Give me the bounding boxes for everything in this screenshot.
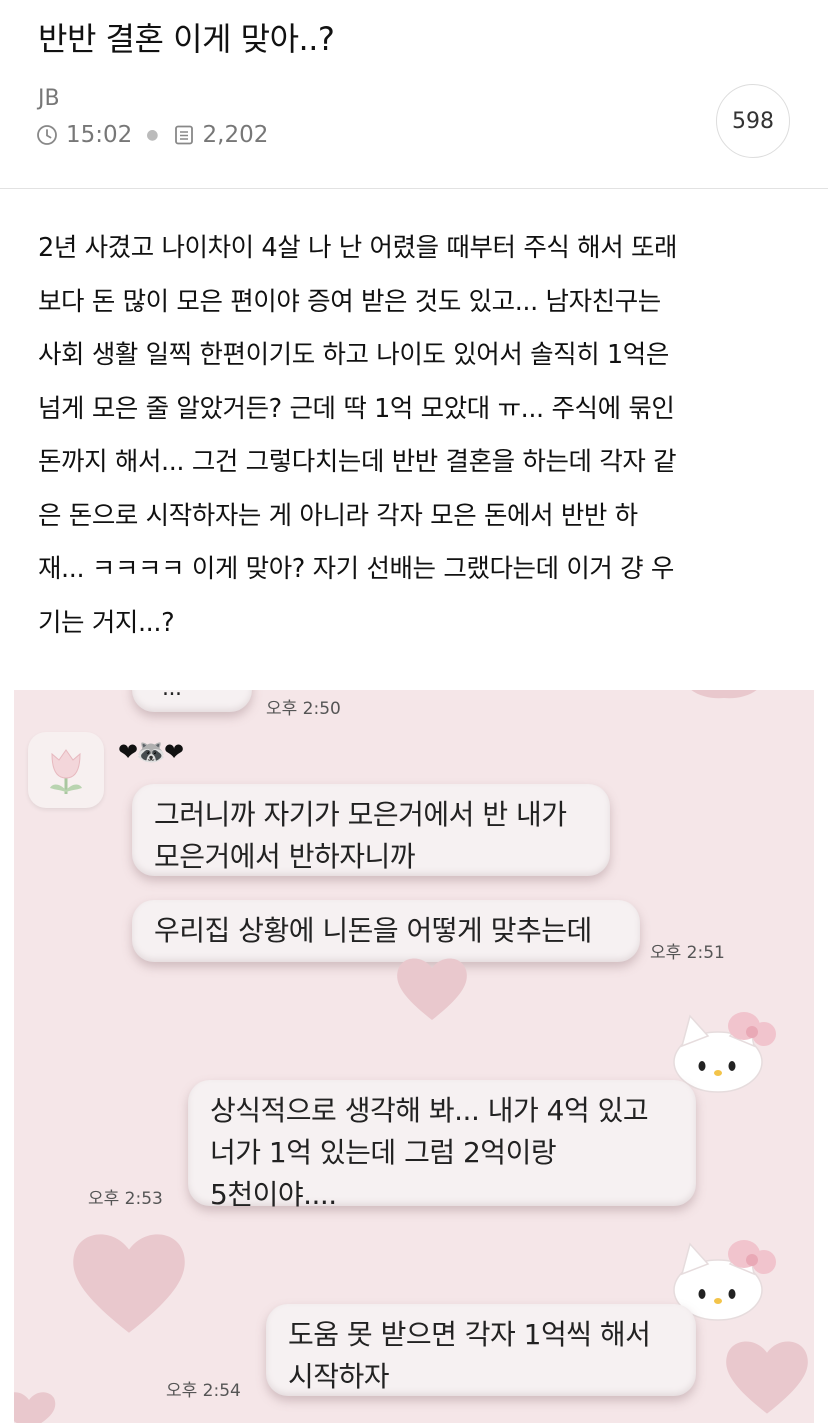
sent-message-bubble: 상식적으로 생각해 봐... 내가 4억 있고 너가 1억 있는데 그럼 2억이…	[188, 1080, 696, 1211]
message-line: 시작하자	[288, 1360, 390, 1393]
heart-sticker	[14, 1392, 56, 1423]
post-author[interactable]: JB	[38, 86, 60, 111]
partial-message-bubble: ...	[132, 690, 252, 712]
heart-sticker	[73, 1234, 185, 1333]
body-line: 보다 돈 많이 모은 편이야 증여 받은 것도 있고... 남자친구는	[38, 286, 661, 317]
received-message-bubble: 그러니까 자기가 모은거에서 반 내가 모은거에서 반하자니까	[132, 784, 610, 876]
body-line: 사회 생활 일찍 한편이기도 하고 나이도 있어서 솔직히 1억은	[38, 340, 669, 370]
post-time: 15:02	[66, 122, 133, 148]
body-line: 기는 거지...?	[38, 607, 175, 638]
clock-icon	[36, 124, 58, 146]
post-views: 2,202	[202, 122, 269, 148]
heart-sticker	[726, 1341, 808, 1414]
sender-avatar[interactable]	[28, 732, 104, 808]
heart-sticker	[397, 958, 467, 1020]
comment-count-button[interactable]: 598	[716, 84, 790, 158]
document-icon	[173, 124, 195, 146]
message-line: 그러니까 자기가 모은거에서 반 내가	[154, 798, 567, 831]
body-line: 돈까지 해서... 그건 그렇다치는데 반반 결혼을 하는데 각자 같	[38, 447, 677, 477]
message-line: 우리집 상황에 니돈을 어떻게 맞추는데	[154, 914, 592, 947]
tulip-icon	[50, 749, 82, 794]
received-message-bubble: 우리집 상황에 니돈을 어떻게 맞추는데	[132, 900, 640, 962]
message-time: 오후 2:53	[88, 1189, 163, 1209]
message-line: 5천이야....	[210, 1178, 337, 1211]
post-meta: 15:02 ● 2,202	[36, 122, 268, 148]
message-line: 상식적으로 생각해 봐... 내가 4억 있고	[210, 1094, 649, 1127]
hello-kitty-sticker	[673, 1012, 776, 1093]
heart-sticker	[691, 690, 757, 699]
body-line: 재... ㅋㅋㅋㅋ 이게 맞아? 자기 선배는 그랬다는데 이거 걍 우	[38, 554, 674, 584]
partial-message-text: ...	[162, 690, 182, 701]
message-time: 오후 2:51	[650, 943, 725, 963]
meta-separator: ●	[146, 127, 159, 143]
divider	[0, 188, 828, 189]
message-line: 도움 못 받으면 각자 1억씩 해서	[288, 1318, 651, 1351]
post-title: 반반 결혼 이게 맞아..?	[38, 20, 335, 58]
sent-message-bubble: 도움 못 받으면 각자 1억씩 해서 시작하자	[266, 1304, 696, 1396]
message-line: 모은거에서 반하자니까	[154, 840, 416, 873]
body-line: 2년 사겼고 나이차이 4살 나 난 어렸을 때부터 주식 해서 또래	[38, 233, 678, 263]
body-line: 은 돈으로 시작하자는 게 아니라 각자 모은 돈에서 반반 하	[38, 500, 638, 531]
chat-screenshot-image: ... 오후 2:50 ❤🦝❤ 그러니까 자기가 모은거에서 반 내가 모은거에…	[14, 690, 814, 1423]
message-line: 너가 1억 있는데 그럼 2억이랑	[210, 1136, 557, 1169]
sender-name-emoji: ❤🦝❤	[118, 738, 184, 766]
body-line: 넘게 모은 줄 알았거든? 근데 딱 1억 모았대 ㅠ... 주식에 묶인	[38, 393, 675, 424]
message-time: 오후 2:50	[266, 699, 341, 719]
post-body: 2년 사겼고 나이차이 4살 나 난 어렸을 때부터 주식 해서 또래 보다 돈…	[38, 222, 798, 650]
message-time: 오후 2:54	[166, 1381, 241, 1401]
